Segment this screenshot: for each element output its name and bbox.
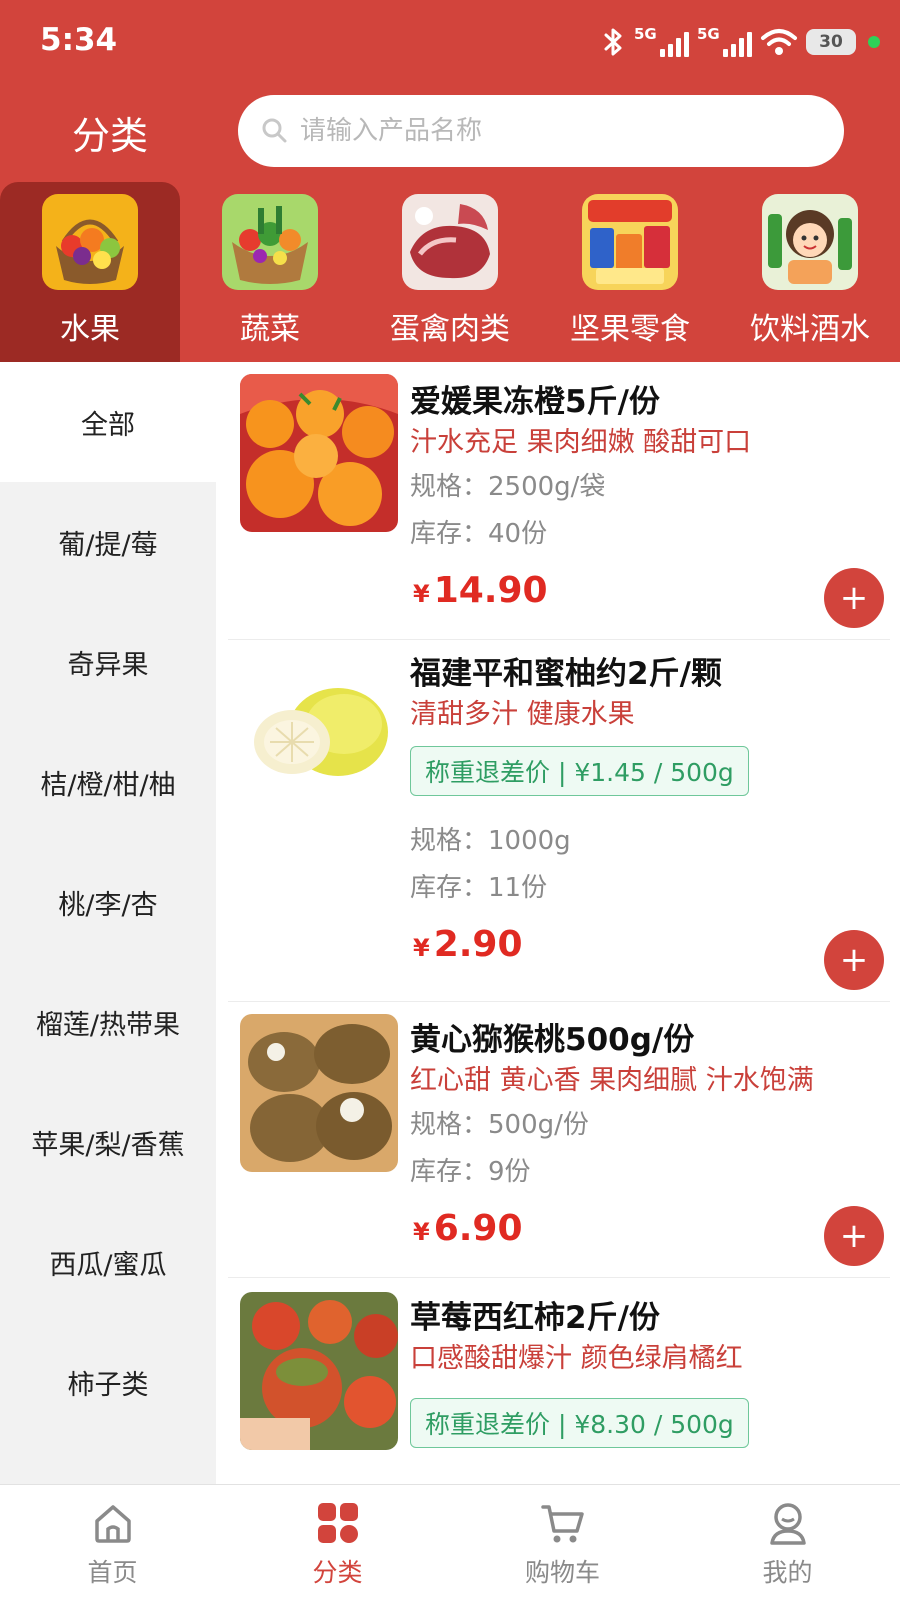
page-title: 分类	[72, 114, 149, 158]
tab-category[interactable]: 分类	[225, 1485, 450, 1600]
product-stock: 库存：9份	[410, 1157, 531, 1187]
product-image-oranges[interactable]	[240, 374, 398, 532]
product-image-pomelo[interactable]	[240, 654, 398, 812]
product-image-tomatoes[interactable]	[240, 1292, 398, 1450]
currency-symbol: ¥	[413, 1218, 430, 1246]
tab-label: 首页	[87, 1558, 138, 1587]
product-card[interactable]: 福建平和蜜柚约2斤/颗 清甜多汁 健康水果 称重退差价 | ¥1.45 / 50…	[228, 654, 890, 1006]
tab-profile[interactable]: 我的	[675, 1485, 900, 1600]
sidebar-item-all[interactable]: 全部	[0, 362, 216, 482]
category-fruit[interactable]: 水果	[0, 182, 180, 362]
tab-cart[interactable]: 购物车	[450, 1485, 675, 1600]
home-icon	[94, 1505, 131, 1543]
battery-icon: 30	[806, 29, 856, 55]
header: 5:34 5G 5G 30 分类 请输入产品名称 水果 蔬菜 蛋禽肉类 坚果零食…	[0, 0, 900, 362]
price-value: 6.90	[433, 1208, 523, 1249]
category-label: 坚果零食	[570, 312, 690, 347]
product-spec: 规格：1000g	[410, 826, 571, 856]
product-price: ¥2.90	[413, 924, 523, 965]
product-description: 红心甜 黄心香 果肉细腻 汁水饱满	[410, 1065, 814, 1096]
product-name: 爱媛果冻橙5斤/份	[410, 384, 660, 420]
wifi-icon	[761, 29, 797, 55]
privacy-dot-icon	[868, 36, 880, 48]
search-input[interactable]	[300, 116, 820, 146]
product-spec: 规格：2500g/袋	[410, 472, 606, 502]
refund-by-weight-tag: 称重退差价 | ¥1.45 / 500g	[410, 746, 749, 796]
category-label: 饮料酒水	[750, 312, 870, 347]
cart-icon	[540, 1505, 584, 1543]
status-bar: 5:34 5G 5G 30	[0, 0, 900, 86]
profile-icon	[769, 1503, 806, 1545]
product-description: 清甜多汁 健康水果	[410, 699, 635, 730]
add-to-cart-button[interactable]: +	[824, 930, 884, 990]
currency-symbol: ¥	[413, 934, 430, 962]
meat-icon	[402, 194, 498, 290]
product-name: 黄心猕猴桃500g/份	[410, 1022, 695, 1058]
tab-label: 购物车	[524, 1558, 600, 1587]
currency-symbol: ¥	[413, 580, 430, 608]
sidebar-item-stone-fruit[interactable]: 桃/李/杏	[0, 842, 216, 962]
fruit-basket-icon	[42, 194, 138, 290]
price-value: 2.90	[433, 924, 523, 965]
product-price: ¥6.90	[413, 1208, 523, 1249]
category-nuts-snacks[interactable]: 坚果零食	[540, 182, 720, 362]
search-icon	[262, 118, 287, 143]
drinks-icon	[762, 194, 858, 290]
category-row: 水果 蔬菜 蛋禽肉类 坚果零食 饮料酒水	[0, 182, 900, 362]
bluetooth-icon	[604, 28, 622, 56]
product-description: 口感酸甜爆汁 颜色绿肩橘红	[410, 1343, 743, 1374]
sidebar-item-persimmon[interactable]: 柿子类	[0, 1322, 216, 1442]
price-value: 14.90	[433, 570, 548, 611]
divider	[228, 1277, 890, 1278]
sidebar-item-grapes-berries[interactable]: 葡/提/莓	[0, 482, 216, 602]
product-image-kiwi[interactable]	[240, 1014, 398, 1172]
category-meat-eggs[interactable]: 蛋禽肉类	[360, 182, 540, 362]
sidebar-item-apple-pear-banana[interactable]: 苹果/梨/香蕉	[0, 1082, 216, 1202]
category-drinks[interactable]: 饮料酒水	[720, 182, 900, 362]
product-name: 草莓西红柿2斤/份	[410, 1300, 660, 1336]
tab-label: 分类	[312, 1558, 363, 1587]
add-to-cart-button[interactable]: +	[824, 1206, 884, 1266]
cellular-signal-icon: 5G	[634, 25, 689, 57]
sidebar-item-kiwi[interactable]: 奇异果	[0, 602, 216, 722]
search-bar[interactable]	[238, 95, 844, 167]
sidebar-item-citrus[interactable]: 桔/橙/柑/柚	[0, 722, 216, 842]
product-card[interactable]: 黄心猕猴桃500g/份 红心甜 黄心香 果肉细腻 汁水饱满 规格：500g/份 …	[228, 1014, 890, 1278]
product-stock: 库存：11份	[410, 873, 548, 903]
category-label: 蔬菜	[240, 312, 300, 347]
snacks-icon	[582, 194, 678, 290]
vegetable-basket-icon	[222, 194, 318, 290]
product-spec: 规格：500g/份	[410, 1110, 589, 1140]
bottom-tab-bar: 首页 分类 购物车 我的	[0, 1484, 900, 1600]
status-icons: 5G 5G 30	[600, 22, 880, 62]
tab-label: 我的	[762, 1558, 813, 1587]
category-vegetables[interactable]: 蔬菜	[180, 182, 360, 362]
product-card[interactable]: 爱媛果冻橙5斤/份 汁水充足 果肉细嫩 酸甜可口 规格：2500g/袋 库存：4…	[228, 374, 890, 642]
sidebar-item-tropical[interactable]: 榴莲/热带果	[0, 962, 216, 1082]
sidebar-item-melons[interactable]: 西瓜/蜜瓜	[0, 1202, 216, 1322]
category-label: 蛋禽肉类	[390, 312, 510, 347]
divider	[228, 639, 890, 640]
product-stock: 库存：40份	[410, 519, 548, 549]
add-to-cart-button[interactable]: +	[824, 568, 884, 628]
divider	[228, 1001, 890, 1002]
product-description: 汁水充足 果肉细嫩 酸甜可口	[410, 427, 752, 458]
product-price: ¥14.90	[413, 570, 548, 611]
cellular-signal-icon: 5G	[697, 25, 752, 57]
product-card[interactable]: 草莓西红柿2斤/份 口感酸甜爆汁 颜色绿肩橘红 称重退差价 | ¥8.30 / …	[228, 1292, 890, 1484]
tab-home[interactable]: 首页	[0, 1485, 225, 1600]
category-label: 水果	[60, 312, 120, 347]
category-grid-icon	[317, 1503, 358, 1543]
status-time: 5:34	[40, 22, 118, 58]
product-name: 福建平和蜜柚约2斤/颗	[410, 656, 722, 692]
refund-by-weight-tag: 称重退差价 | ¥8.30 / 500g	[410, 1398, 749, 1448]
subcategory-sidebar: 全部 葡/提/莓 奇异果 桔/橙/柑/柚 桃/李/杏 榴莲/热带果 苹果/梨/香…	[0, 362, 216, 1484]
